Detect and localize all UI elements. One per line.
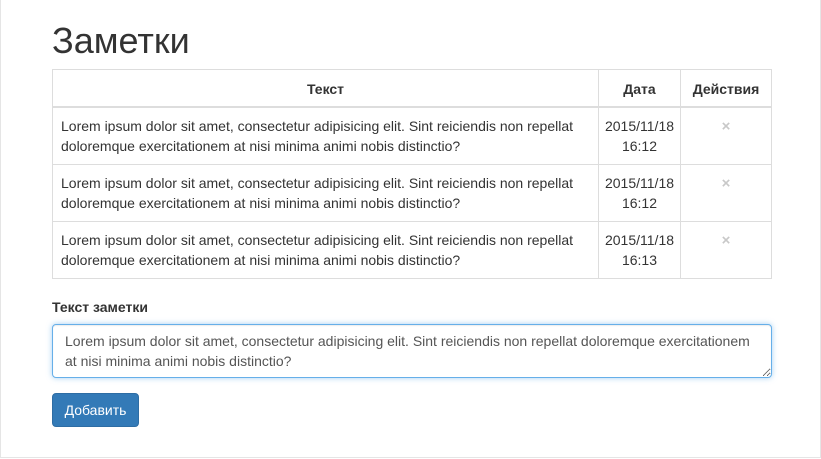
note-text-label: Текст заметки <box>52 299 148 315</box>
note-text: Lorem ipsum dolor sit amet, consectetur … <box>52 164 599 222</box>
close-icon[interactable]: × <box>722 175 731 193</box>
column-header-date: Дата <box>598 69 681 108</box>
note-date: 2015/11/18 16:13 <box>598 221 681 279</box>
note-text: Lorem ipsum dolor sit amet, consectetur … <box>52 221 599 279</box>
table-row: Lorem ipsum dolor sit amet, consectetur … <box>52 106 772 165</box>
note-date: 2015/11/18 16:12 <box>598 106 681 165</box>
main-container: Заметки Текст Дата Действия Lorem ipsum … <box>52 0 772 427</box>
note-actions: × <box>680 164 772 222</box>
table-row: Lorem ipsum dolor sit amet, consectetur … <box>52 221 772 279</box>
add-button[interactable]: Добавить <box>52 393 139 427</box>
page-title: Заметки <box>52 20 190 61</box>
note-actions: × <box>680 221 772 279</box>
notes-table: Текст Дата Действия Lorem ipsum dolor si… <box>52 69 772 279</box>
note-text: Lorem ipsum dolor sit amet, consectetur … <box>52 106 599 165</box>
table-row: Lorem ipsum dolor sit amet, consectetur … <box>52 164 772 222</box>
note-date-time: 16:13 <box>621 252 658 268</box>
column-header-text: Текст <box>52 69 599 108</box>
note-date-day: 2015/11/18 <box>604 175 675 191</box>
close-icon[interactable]: × <box>722 118 731 136</box>
note-date-day: 2015/11/18 <box>604 118 675 134</box>
note-date-day: 2015/11/18 <box>604 232 675 248</box>
note-date-time: 16:12 <box>621 138 658 154</box>
note-date: 2015/11/18 16:12 <box>598 164 681 222</box>
table-header-row: Текст Дата Действия <box>52 69 772 108</box>
column-header-actions: Действия <box>680 69 772 108</box>
note-text-input[interactable]: Lorem ipsum dolor sit amet, consectetur … <box>52 324 772 378</box>
note-date-time: 16:12 <box>621 195 658 211</box>
close-icon[interactable]: × <box>722 232 731 250</box>
note-actions: × <box>680 106 772 165</box>
